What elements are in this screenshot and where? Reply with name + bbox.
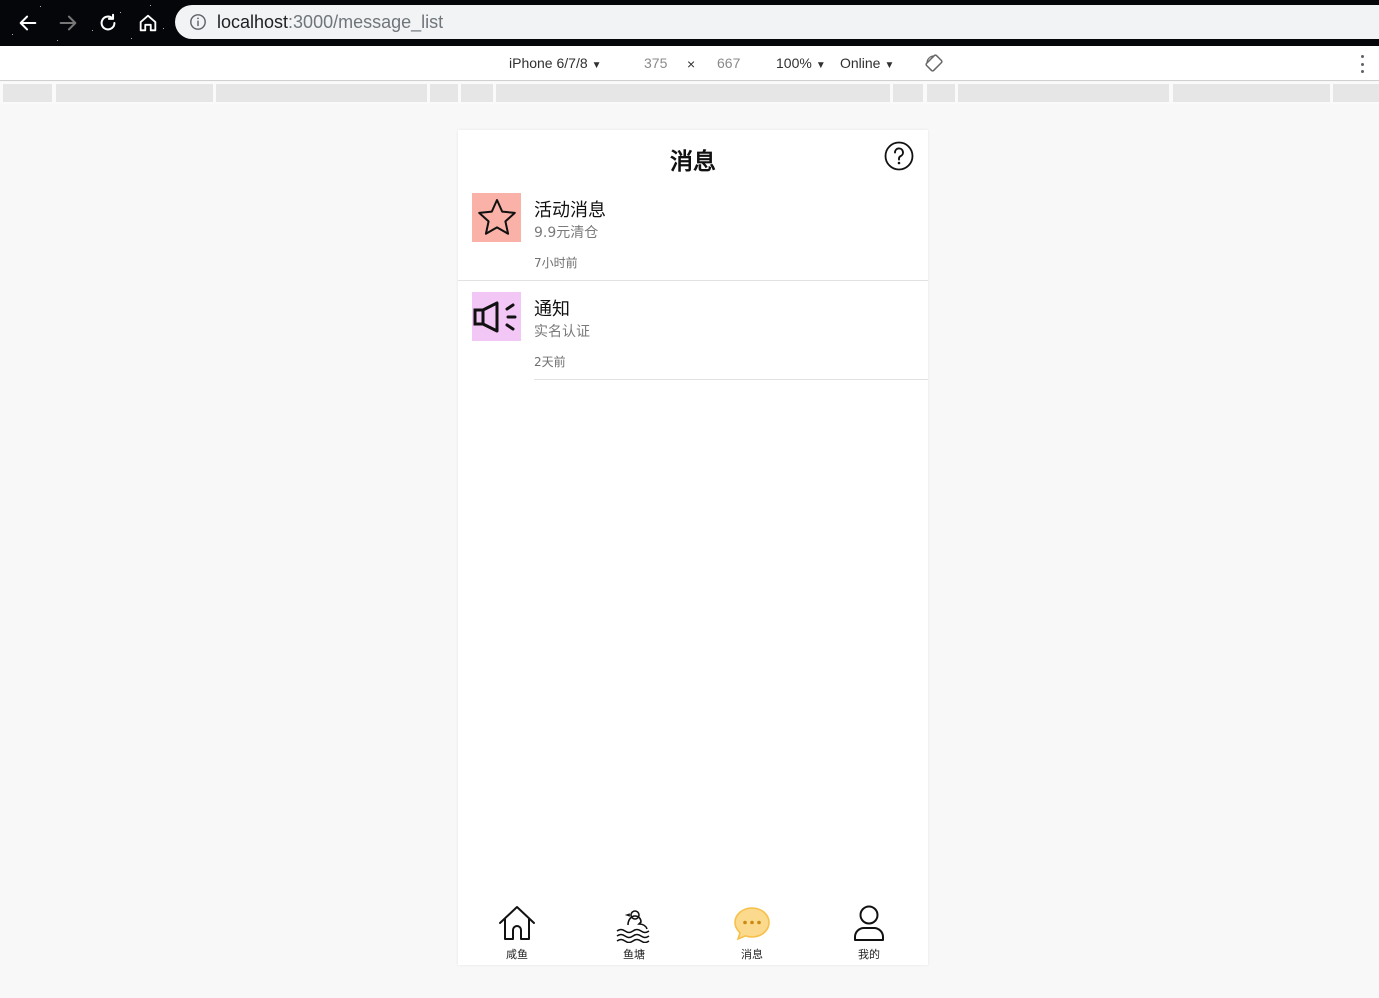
tab-label: 消息	[741, 948, 763, 961]
dropdown-caret-icon: ▼	[591, 60, 602, 71]
message-title: 活动消息	[534, 200, 606, 221]
arrow-right-icon	[59, 15, 77, 31]
media-query-segment[interactable]	[430, 84, 458, 102]
message-avatar	[472, 193, 521, 242]
media-query-segment[interactable]	[496, 84, 890, 102]
dropdown-caret-icon: ▼	[815, 60, 826, 71]
device-select[interactable]: iPhone 6/7/8 ▼	[509, 55, 602, 71]
zoom-select[interactable]: 100% ▼	[776, 55, 826, 71]
tab-label: 我的	[858, 948, 880, 961]
help-icon[interactable]	[884, 141, 914, 171]
media-query-segment[interactable]	[461, 84, 493, 102]
tab-messages[interactable]: 消息	[712, 903, 792, 963]
home-icon	[499, 906, 535, 940]
home-button[interactable]	[133, 8, 163, 38]
media-query-segment[interactable]	[1173, 84, 1330, 102]
media-query-segment[interactable]	[1333, 84, 1379, 102]
reload-button[interactable]	[93, 8, 123, 38]
home-icon	[139, 14, 157, 32]
divider	[534, 379, 928, 380]
rotate-button[interactable]	[925, 54, 943, 75]
media-query-segment[interactable]	[216, 84, 427, 102]
url-path: :3000/message_list	[288, 11, 444, 32]
dropdown-caret-icon: ▼	[884, 60, 895, 71]
media-query-segment[interactable]	[893, 84, 923, 102]
media-query-bar	[0, 82, 1379, 104]
device-toolbar: iPhone 6/7/8 ▼ 375 × 667 100% ▼ Online ▼	[0, 46, 1379, 81]
reload-icon	[100, 13, 116, 31]
tab-yutang[interactable]: 鱼塘	[594, 903, 674, 963]
dimension-separator: ×	[687, 56, 696, 72]
media-query-segment[interactable]	[927, 84, 955, 102]
message-preview: 实名认证	[534, 324, 590, 340]
message-preview: 9.9元清仓	[534, 225, 599, 241]
zoom-value: 100%	[776, 55, 812, 71]
message-time: 7小时前	[534, 256, 578, 270]
media-query-segment[interactable]	[958, 84, 1169, 102]
rotate-icon	[925, 54, 943, 72]
tab-mine[interactable]: 我的	[829, 903, 909, 963]
url-host: localhost	[217, 11, 289, 32]
url-text: localhost:3000/message_list	[217, 12, 443, 33]
chat-bubble-icon	[734, 907, 770, 941]
message-time: 2天前	[534, 355, 566, 369]
width-input[interactable]: 375	[644, 55, 667, 71]
phone-viewport: 消息 活动消息 9.9元清仓 7小时前 通知 实名认证 2天前 咸鱼 鱼塘 消息…	[458, 130, 928, 965]
browser-toolbar: localhost:3000/message_list	[0, 0, 1379, 46]
star-icon	[477, 198, 516, 235]
user-icon	[854, 905, 884, 941]
tab-label: 咸鱼	[506, 948, 528, 961]
device-name: iPhone 6/7/8	[509, 55, 588, 71]
bottom-tab-bar: 咸鱼 鱼塘 消息 我的	[458, 897, 928, 965]
media-query-segment[interactable]	[3, 84, 52, 102]
message-title: 通知	[534, 299, 570, 320]
page-header: 消息	[458, 130, 928, 182]
forward-button[interactable]	[53, 8, 83, 38]
page-title: 消息	[670, 149, 716, 175]
message-item[interactable]: 通知 实名认证 2天前	[458, 281, 928, 380]
network-value: Online	[840, 55, 881, 71]
more-options-icon[interactable]	[1361, 55, 1365, 73]
pond-icon	[616, 910, 650, 943]
media-query-segment[interactable]	[56, 84, 213, 102]
arrow-left-icon	[19, 15, 37, 31]
tab-label: 鱼塘	[623, 948, 645, 961]
height-input[interactable]: 667	[717, 55, 740, 71]
info-icon[interactable]	[189, 13, 207, 31]
back-button[interactable]	[13, 8, 43, 38]
megaphone-icon	[473, 301, 516, 332]
address-bar[interactable]: localhost:3000/message_list	[175, 5, 1379, 39]
message-avatar	[472, 292, 521, 341]
tab-xianyu[interactable]: 咸鱼	[477, 903, 557, 963]
network-select[interactable]: Online ▼	[840, 55, 894, 71]
message-item[interactable]: 活动消息 9.9元清仓 7小时前	[458, 182, 928, 281]
